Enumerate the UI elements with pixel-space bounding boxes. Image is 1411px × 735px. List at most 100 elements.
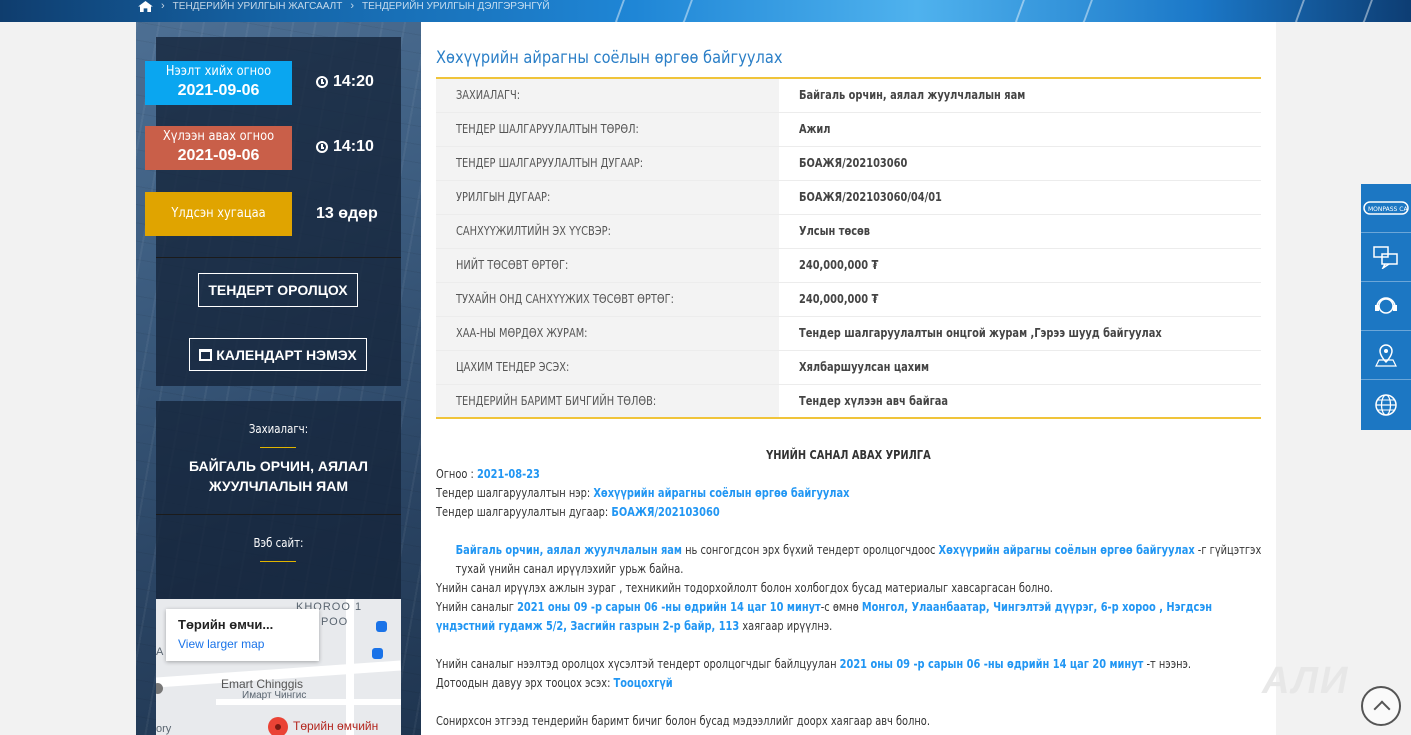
map-info-card: Төрийн өмчи... View larger map [166, 609, 319, 661]
table-key: НИЙТ ТӨСӨВТ ӨРТӨГ: [436, 248, 779, 283]
notice-last-line: Сонирхсон этгээд тендерийн баримт бичиг … [436, 714, 930, 728]
banner-decoration [1012, 0, 1098, 22]
open-date-box: Нээлт хийх огноо 2021-09-06 [145, 61, 292, 105]
map-label-emart: Emart Chinggis [221, 677, 304, 691]
support-button[interactable] [1361, 282, 1411, 331]
notice-date: Огноо : 2021-08-23 [436, 467, 540, 481]
table-row: ТЕНДЕРИЙН БАРИМТ БИЧГИЙН ТӨЛӨВ: Тендер хү… [436, 384, 1261, 419]
receive-date-value: 2021-09-06 [177, 147, 260, 164]
embedded-map[interactable]: KHOROO 1 РОО А Emart Chinggis Имарт Чинг… [156, 599, 401, 735]
table-value: Хялбаршуулсан цахим [779, 350, 1261, 385]
table-row: ТУХАЙН ОНД САНХҮҮЖИХ ТӨСӨВТ ӨРТӨГ: 240,00… [436, 282, 1261, 317]
calendar-icon [199, 348, 213, 361]
chat-icon [1373, 246, 1398, 269]
header-banner: › ТЕНДЕРИЙН УРИЛГЫН ЖАГСААЛТ › ТЕНДЕРИЙН… [0, 0, 1411, 22]
map-label-ory: ory [156, 723, 172, 735]
breadcrumb: › ТЕНДЕРИЙН УРИЛГЫН ЖАГСААЛТ › ТЕНДЕРИЙН… [138, 0, 550, 12]
gold-divider [260, 561, 296, 562]
table-value: Байгаль орчин, аялал жуулчлалын яам [779, 78, 1261, 113]
notice-opening: Үнийн саналыг нээлтэд оролцох хүсэлтэй т… [436, 657, 1192, 671]
table-row: ЗАХИАЛАГЧ: Байгаль орчин, аялал жуулчлалы… [436, 78, 1261, 113]
table-key: ЗАХИАЛАГЧ: [436, 78, 779, 113]
website-label: Вэб сайт: [253, 536, 304, 550]
monpass-label: MONPASS CA [1368, 206, 1408, 213]
bus-stop-icon [376, 621, 387, 632]
table-value: Ажил [779, 112, 1261, 147]
scroll-to-top-button[interactable] [1361, 686, 1401, 726]
table-row: ТЕНДЕР ШАЛГАРУУЛАЛТЫН ДУГААР: БОАЖЯ/20210… [436, 146, 1261, 181]
banner-decoration [612, 0, 698, 22]
table-value: Улсын төсөв [779, 214, 1261, 249]
add-to-calendar-button[interactable]: КАЛЕНДАРТ НЭМЭХ [189, 338, 367, 371]
client-name: БАЙГАЛЬ ОРЧИН, АЯЛАЛ ЖУУЛЧЛАЛЫН ЯАМ [189, 458, 368, 494]
page-title: Хөхүүрийн айрагны соёлын өргөө байгуулах [436, 48, 783, 68]
breadcrumb-separator: › [161, 0, 165, 12]
add-to-calendar-label: КАЛЕНДАРТ НЭМЭХ [216, 346, 357, 363]
client-label: Захиалагч: [248, 422, 309, 436]
receive-date-label: Хүлээн авах огноо [162, 129, 275, 144]
table-key: ТЕНДЕР ШАЛГАРУУЛАЛТЫН ДУГААР: [436, 146, 779, 181]
table-key: УРИЛГЫН ДУГААР: [436, 180, 779, 215]
table-key: ХАА-НЫ МӨРДӨХ ЖУРАМ: [436, 316, 779, 351]
banner-decoration [1292, 0, 1378, 22]
notice-tender-number: Тендер шалгаруулалтын дугаар: БОАЖЯ/2021… [436, 505, 720, 519]
table-row: НИЙТ ТӨСӨВТ ӨРТӨГ: 240,000,000 ₮ [436, 248, 1261, 283]
watermark-logo: АЛИ [1262, 660, 1350, 702]
sidebar: Нээлт хийх огноо 2021-09-06 14:20 Хүлээн… [136, 22, 421, 735]
map-label-roo: РОО [321, 616, 349, 628]
notice-materials: Үнийн санал ирүүлэх ажлын зураг , техник… [436, 581, 1053, 595]
map-label-pin: Төрийн өмчийн [293, 719, 379, 733]
map-pin-icon[interactable] [263, 712, 293, 735]
breadcrumb-item-detail: ТЕНДЕРИЙН УРИЛГЫН ДЭЛГЭРЭНГҮЙ [361, 0, 550, 12]
breadcrumb-item-list[interactable]: ТЕНДЕРИЙН УРИЛГЫН ЖАГСААЛТ [173, 1, 343, 12]
table-key: САНХҮҮЖИЛТИЙН ЭХ ҮҮСВЭР: [436, 214, 779, 249]
location-icon [1375, 344, 1397, 367]
table-row: ТЕНДЕР ШАЛГАРУУЛАЛТЫН ТӨРӨЛ: Ажил [436, 112, 1261, 147]
map-label-emart-mn: Имарт Чингис [242, 690, 307, 701]
remaining-value: 13 өдөр [316, 205, 378, 222]
table-value: БОАЖЯ/202103060/04/01 [779, 180, 1261, 215]
clock-icon [316, 76, 328, 88]
tender-content: Хөхүүрийн айрагны соёлын өргөө байгуулах… [436, 22, 1261, 735]
open-date-row: Нээлт хийх огноо 2021-09-06 14:20 [145, 61, 401, 107]
table-value: Тендер хүлээн авч байгаа [779, 384, 1261, 419]
table-value: Тендер шалгаруулалтын онцгой журам ,Гэрэ… [779, 316, 1261, 351]
open-date-label: Нээлт хийх огноо [165, 64, 272, 79]
clock-icon [316, 141, 328, 153]
table-value: 240,000,000 ₮ [779, 282, 1261, 317]
notice-submission: Үнийн саналыг 2021 оны 09 -р сарын 06 -н… [436, 600, 1213, 633]
view-larger-map-link[interactable]: View larger map [178, 637, 307, 651]
table-row: ЦАХИМ ТЕНДЕР ЭСЭХ: Хялбаршуулсан цахим [436, 350, 1261, 385]
table-key: ТЕНДЕРИЙН БАРИМТ БИЧГИЙН ТӨЛӨВ: [436, 384, 779, 419]
bus-stop-icon [372, 648, 383, 659]
chat-button[interactable] [1361, 233, 1411, 282]
monpass-ca-button[interactable]: MONPASS CA [1361, 184, 1411, 233]
receive-date-box: Хүлээн авах огноо 2021-09-06 [145, 126, 292, 170]
open-date-value: 2021-09-06 [177, 82, 260, 99]
globe-button[interactable] [1361, 380, 1411, 429]
participate-tender-button[interactable]: ТЕНДЕРТ ОРОЛЦОХ [198, 273, 358, 307]
client-panel: Захиалагч: БАЙГАЛЬ ОРЧИН, АЯЛАЛ ЖУУЛЧЛАЛ… [156, 401, 401, 599]
right-quick-links: MONPASS CA [1361, 184, 1411, 430]
receive-time: 14:10 [316, 138, 374, 156]
map-card-title: Төрийн өмчи... [178, 617, 274, 632]
location-button[interactable] [1361, 331, 1411, 380]
remaining-row: Үлдсэн хугацаа 13 өдөр [145, 192, 401, 238]
gold-divider [260, 447, 296, 448]
table-key: ТУХАЙН ОНД САНХҮҮЖИХ ТӨСӨВТ ӨРТӨГ: [436, 282, 779, 317]
divider [156, 514, 401, 515]
table-key: ЦАХИМ ТЕНДЕР ЭСЭХ: [436, 350, 779, 385]
support-icon [1375, 297, 1397, 314]
notice-invitation-paragraph: Байгаль орчин, аялал жуулчлалын яам нь с… [455, 543, 1262, 576]
receive-time-value: 14:10 [333, 138, 374, 155]
globe-icon [1375, 393, 1397, 416]
home-icon[interactable] [138, 0, 153, 12]
table-value: БОАЖЯ/202103060 [779, 146, 1261, 181]
open-time-value: 14:20 [333, 73, 374, 90]
remaining-label: Үлдсэн хугацаа [171, 206, 266, 221]
notice-domestic-preference: Дотоодын давуу эрх тооцох эсэх: Тооцохгү… [436, 676, 673, 690]
table-value: 240,000,000 ₮ [779, 248, 1261, 283]
breadcrumb-separator: › [350, 0, 354, 12]
divider [156, 257, 401, 258]
table-key: ТЕНДЕР ШАЛГАРУУЛАЛТЫН ТӨРӨЛ: [436, 112, 779, 147]
